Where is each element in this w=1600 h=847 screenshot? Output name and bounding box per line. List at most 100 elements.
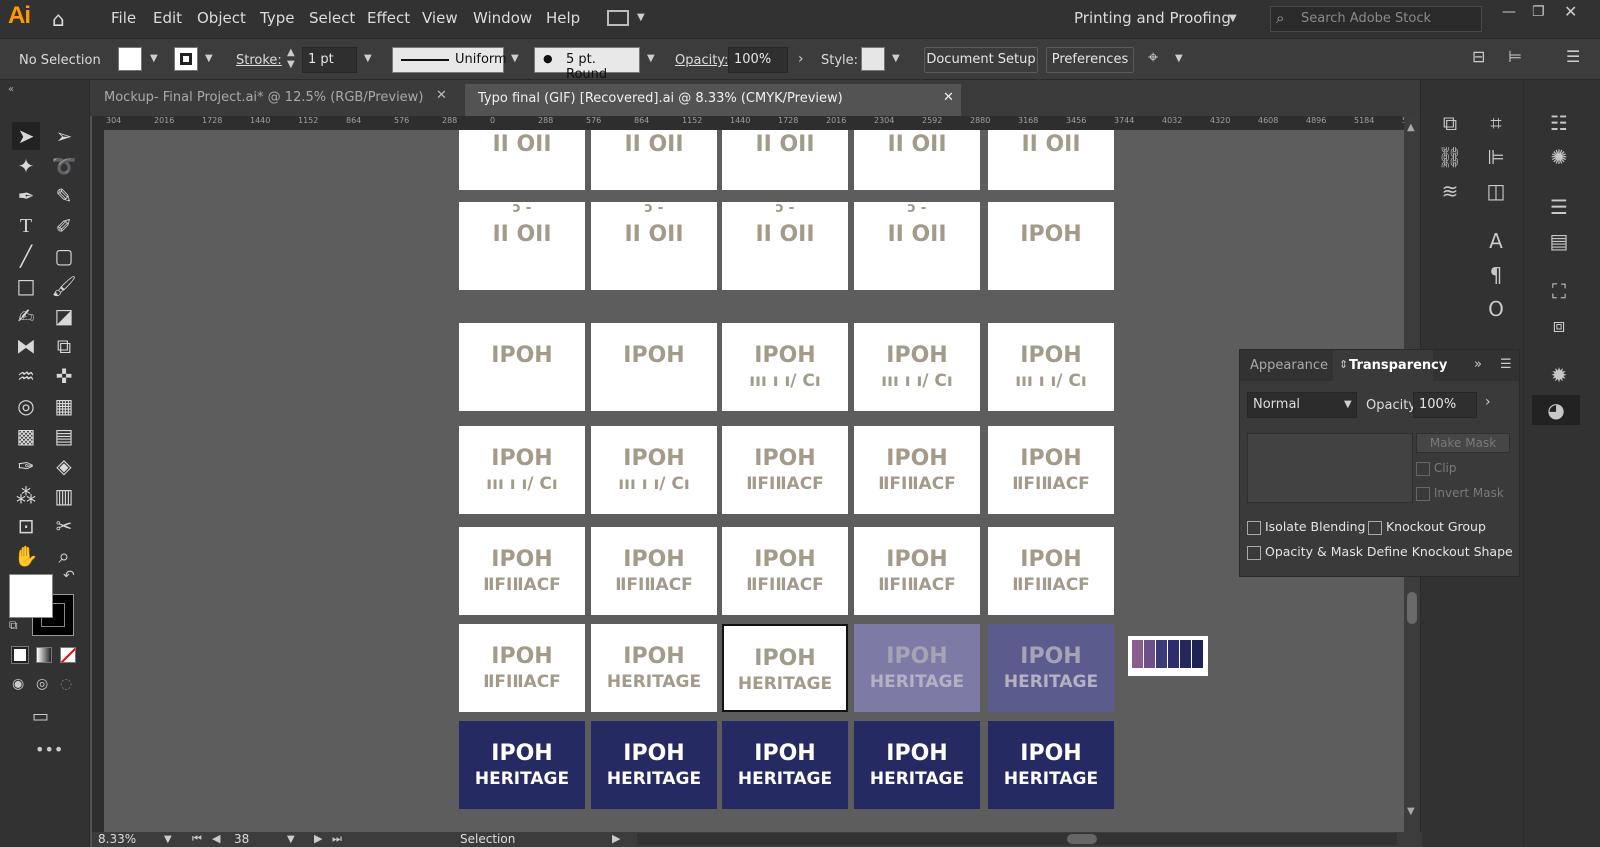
default-fill-stroke-icon[interactable]: ⧉ [9,618,18,633]
chevron-down-icon[interactable]: ▼ [287,834,295,845]
artboard[interactable]: IPOH ııı ı ı/ Cı [722,323,848,411]
artboard-canvas[interactable]: II OII II OII II OII II OII II OII II OII ↄ -I… [104,130,1404,832]
asset-export-panel-icon[interactable]: ⧈ [1544,310,1574,340]
gradient-panel-icon[interactable]: ▤ [1544,226,1574,256]
last-artboard-icon[interactable]: ⏭ [332,832,342,846]
artboard[interactable]: II OII ↄ - [722,202,848,290]
artboard[interactable]: IPOH ⅡFⅠⅡACF [722,426,848,514]
selection-tool-icon[interactable]: ➤ [12,122,40,150]
eyedropper-tool-icon[interactable]: ✑ [12,452,40,480]
tab-transparency[interactable]: ⇕ Transparency [1333,350,1447,381]
tab-appearance[interactable]: Appearance [1250,358,1328,373]
line-tool-icon[interactable]: ╱ [12,242,40,270]
none-mode-icon[interactable] [60,647,76,663]
fill-swatch[interactable] [118,47,142,71]
menu-view[interactable]: View [422,9,458,27]
first-artboard-icon[interactable]: ⏮ [192,832,202,846]
artboard[interactable]: IPOH ⅡFⅠⅡACF [988,527,1114,615]
swap-fill-stroke-icon[interactable]: ↶ [63,568,75,584]
invert-mask-checkbox[interactable]: Invert Mask [1416,486,1504,501]
scale-tool-icon[interactable]: ⧉ [50,332,78,360]
artboard[interactable]: II OII [459,130,585,190]
opacity-label[interactable]: Opacity: [675,53,728,68]
zoom-tool-icon[interactable]: ⌕ [50,542,78,570]
puppet-warp-tool-icon[interactable]: ✜ [50,362,78,390]
variable-width-profile[interactable]: Uniform [392,47,507,73]
warp-tool-icon[interactable]: ♒ [12,362,40,390]
search-input[interactable]: Search Adobe Stock [1301,11,1431,26]
menu-help[interactable]: Help [546,9,580,27]
artboard[interactable]: IPOH ııı ı ı/ Cı [459,426,585,514]
panel-menu-icon[interactable]: ☰ [1566,47,1580,66]
tab-mockup[interactable]: Mockup- Final Project.ai* @ 12.5% (RGB/P… [104,88,423,116]
chevron-down-icon[interactable]: ▼ [511,53,519,64]
slice-tool-icon[interactable]: ✂ [50,512,78,540]
artboard[interactable]: IPOH ⅡFⅠⅡACF [988,426,1114,514]
knockout-group-checkbox[interactable]: Knockout Group [1368,519,1486,535]
preferences-button[interactable]: Preferences [1046,47,1134,73]
more-tools-icon[interactable]: ••• [35,740,63,759]
stroke-swatch[interactable] [174,47,198,71]
color-swatch-strip[interactable] [1128,636,1208,676]
artboard[interactable]: II OII ↄ - [591,202,717,290]
links-panel-icon[interactable]: ⛓ [1435,142,1465,172]
opacity-mask-knockout-checkbox[interactable]: Opacity & Mask Define Knockout Shape [1247,544,1513,560]
chevron-down-icon[interactable]: ▼ [1175,53,1183,64]
chevron-right-icon[interactable]: › [1485,394,1491,410]
artboard[interactable]: IPOH ⅡFⅠⅡACF [459,624,585,712]
panel-menu-icon[interactable]: ☰ [1500,357,1512,372]
type-tool-icon[interactable]: T [12,212,40,240]
artboard[interactable]: IPOH HERITAGE [459,721,585,809]
shaper-tool-icon[interactable]: ✍ [12,302,40,330]
artboard[interactable]: IPOH ⅡFⅠⅡACF [854,426,980,514]
color-mode-icon[interactable] [11,646,29,664]
artboard[interactable]: IPOH HERITAGE [722,624,848,712]
chevron-down-icon[interactable]: ▼ [892,53,900,64]
lasso-tool-icon[interactable]: ➰ [50,152,78,180]
appearance-panel-icon[interactable]: ✹ [1544,360,1574,390]
artboard[interactable]: IPOH HERITAGE [854,721,980,809]
rectangle-tool-icon[interactable]: □ [12,272,40,300]
workspace-switcher[interactable]: Printing and Proofing [1074,9,1231,27]
menu-object[interactable]: Object [197,9,246,27]
draw-inside-icon[interactable]: ◌ [60,676,72,692]
artboard[interactable]: IPOH ⅡFⅠⅡACF [722,527,848,615]
restore-icon[interactable]: ❐ [1532,4,1545,20]
artboard[interactable]: IPOH ııı ı ı/ Cı [591,426,717,514]
make-mask-button[interactable]: Make Mask [1416,433,1510,453]
document-setup-button[interactable]: Document Setup [924,47,1038,73]
menu-edit[interactable]: Edit [153,9,182,27]
shape-builder-tool-icon[interactable]: ◎ [12,392,40,420]
pen-tool-icon[interactable]: ✒ [12,182,40,210]
scroll-thumb[interactable] [1407,592,1417,624]
mesh-tool-icon[interactable]: ▩ [12,422,40,450]
hand-tool-icon[interactable]: ✋ [12,542,40,570]
artboard-number-field[interactable]: 38 [234,832,249,846]
artboard[interactable]: IPOH ııı ı ı/ Cı [988,323,1114,411]
artboard[interactable]: IPOH ııı ı ı/ Cı [854,323,980,411]
chevron-down-icon[interactable]: ▼ [150,53,158,64]
fill-color-swatch[interactable] [9,574,53,618]
home-icon[interactable]: ⌂ [52,7,78,31]
scroll-up-icon[interactable]: ▲ [1407,122,1415,133]
properties-panel-icon[interactable]: ☷ [1544,108,1574,138]
collapse-icon[interactable]: « [8,84,14,95]
artboard[interactable]: IPOH [591,323,717,411]
draw-normal-icon[interactable]: ◉ [12,676,24,692]
color-panel-icon[interactable]: ✺ [1544,142,1574,172]
eraser-tool-icon[interactable]: ◪ [50,302,78,330]
scroll-down-icon[interactable]: ▼ [1407,806,1415,817]
artboard[interactable]: IPOH ⅡFⅠⅡACF [854,527,980,615]
artboard[interactable]: II OII ↄ - [459,202,585,290]
graphic-style-swatch[interactable] [861,47,885,71]
previous-artboard-icon[interactable]: ◀ [212,832,220,845]
column-graph-tool-icon[interactable]: ▥ [50,482,78,510]
menu-file[interactable]: File [111,9,136,27]
menu-type[interactable]: Type [260,9,294,27]
paragraph-panel-icon[interactable]: ¶ [1481,260,1511,290]
artboards-panel-icon[interactable]: ⧉ [1435,108,1465,138]
horizontal-scrollbar[interactable] [637,833,1397,845]
transform-icon[interactable]: ⊨ [1508,47,1522,66]
perspective-grid-tool-icon[interactable]: ▦ [50,392,78,420]
brush-definition[interactable]: ● 5 pt. Round [534,47,640,82]
